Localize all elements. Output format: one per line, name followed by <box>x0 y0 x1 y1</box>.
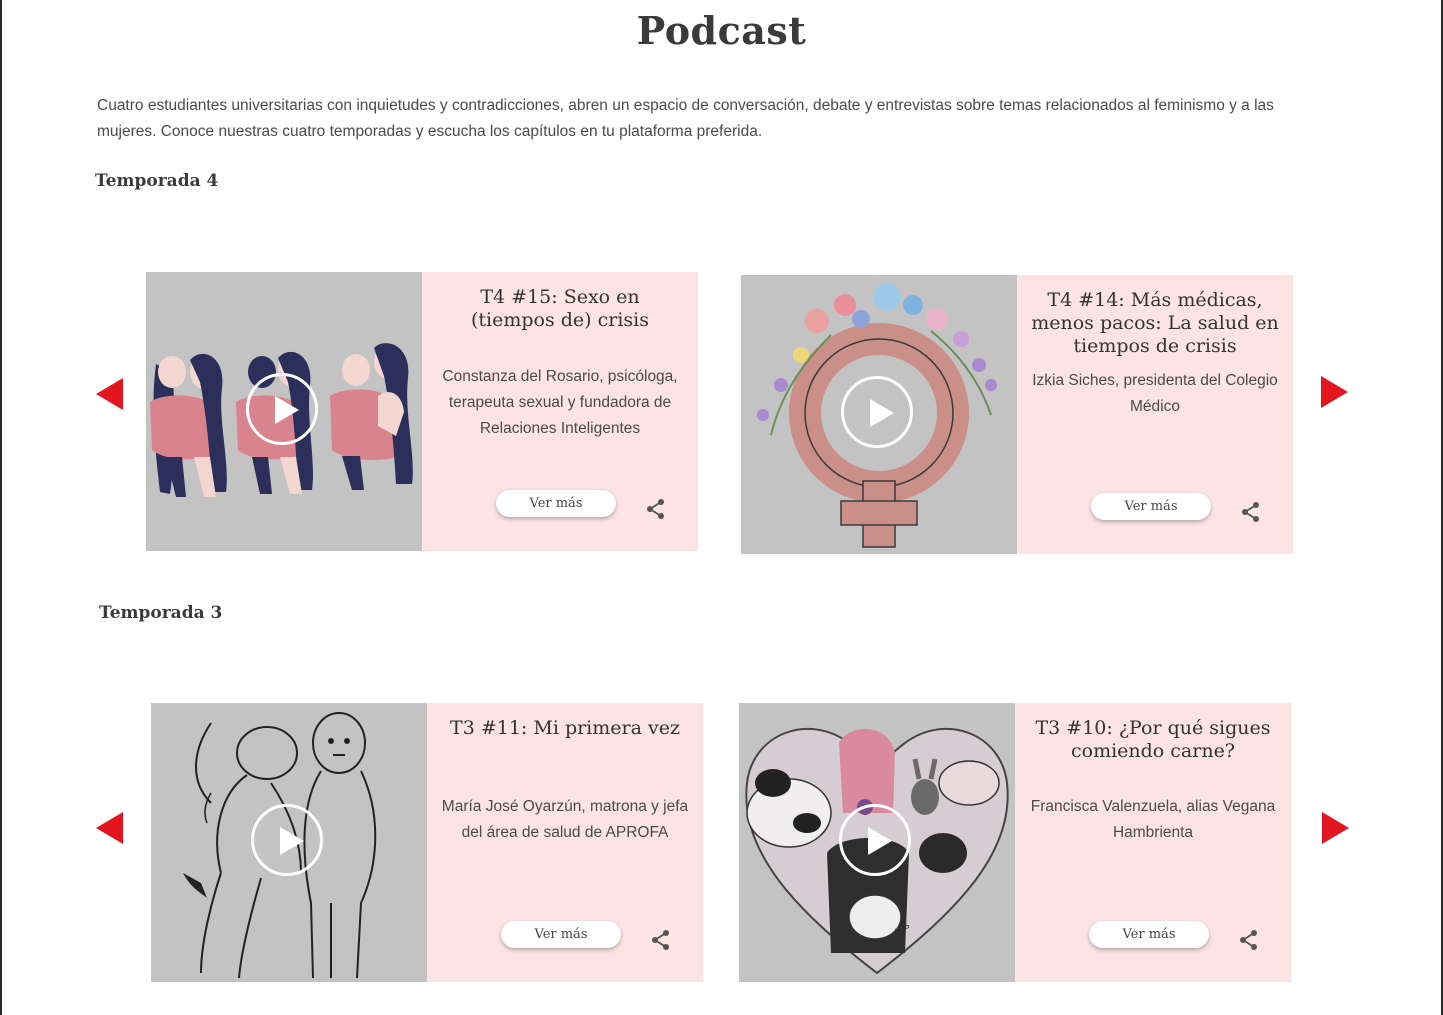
episode-info: T3 #11: Mi primera vez María José Oyarzú… <box>427 703 703 982</box>
episode-title[interactable]: T4 #15: Sexo en (tiempos de) crisis <box>436 286 684 332</box>
intro-text: Cuatro estudiantes universitarias con in… <box>97 97 1274 140</box>
episode-guest: Francisca Valenzuela, alias Vegana Hambr… <box>1030 798 1276 841</box>
season-title: Temporada 4 <box>95 171 219 191</box>
episode-card: T4 #15: Sexo en (tiempos de) crisis Cons… <box>146 272 698 551</box>
carousel-next-arrow[interactable] <box>1322 812 1349 844</box>
play-button[interactable] <box>841 376 913 448</box>
page-title: Podcast <box>636 8 807 53</box>
play-button[interactable] <box>251 804 323 876</box>
carousel-prev-arrow[interactable] <box>96 812 123 844</box>
ver-mas-button[interactable]: Ver más <box>501 921 621 948</box>
episode-image <box>146 272 422 551</box>
ver-mas-button[interactable]: Ver más <box>496 490 616 517</box>
page-border-left <box>0 0 2 1015</box>
episode-guest: Constanza del Rosario, psicóloga, terape… <box>442 368 678 437</box>
share-icon[interactable] <box>649 928 673 952</box>
play-button[interactable] <box>839 804 911 876</box>
episode-info: T4 #15: Sexo en (tiempos de) crisis Cons… <box>422 272 698 551</box>
episode-title[interactable]: T3 #10: ¿Por qué sigues comiendo carne? <box>1029 717 1277 763</box>
episode-title[interactable]: T4 #14: Más médicas, menos pacos: La sal… <box>1031 289 1279 358</box>
share-icon[interactable] <box>1239 500 1263 524</box>
episode-card: T4 #14: Más médicas, menos pacos: La sal… <box>741 275 1293 554</box>
episode-image <box>741 275 1017 554</box>
episode-card: JuNadas T3 #10: ¿Por qué sigues comiendo… <box>739 703 1291 982</box>
play-button[interactable] <box>246 373 318 445</box>
carousel-next-arrow[interactable] <box>1321 376 1348 408</box>
share-icon[interactable] <box>644 497 668 521</box>
episode-guest: Izkia Siches, presidenta del Colegio Méd… <box>1032 372 1278 415</box>
episode-info: T3 #10: ¿Por qué sigues comiendo carne? … <box>1015 703 1291 982</box>
episode-title[interactable]: T3 #11: Mi primera vez <box>441 717 689 740</box>
episode-image: JuNadas <box>739 703 1015 982</box>
episode-image <box>151 703 427 982</box>
episode-info: T4 #14: Más médicas, menos pacos: La sal… <box>1017 275 1293 554</box>
ver-mas-button[interactable]: Ver más <box>1089 921 1209 948</box>
episode-card: T3 #11: Mi primera vez María José Oyarzú… <box>151 703 703 982</box>
share-icon[interactable] <box>1237 928 1261 952</box>
ver-mas-button[interactable]: Ver más <box>1091 493 1211 520</box>
carousel-prev-arrow[interactable] <box>96 378 123 410</box>
season-title: Temporada 3 <box>99 603 223 623</box>
episode-guest: María José Oyarzún, matrona y jefa del á… <box>441 798 689 841</box>
